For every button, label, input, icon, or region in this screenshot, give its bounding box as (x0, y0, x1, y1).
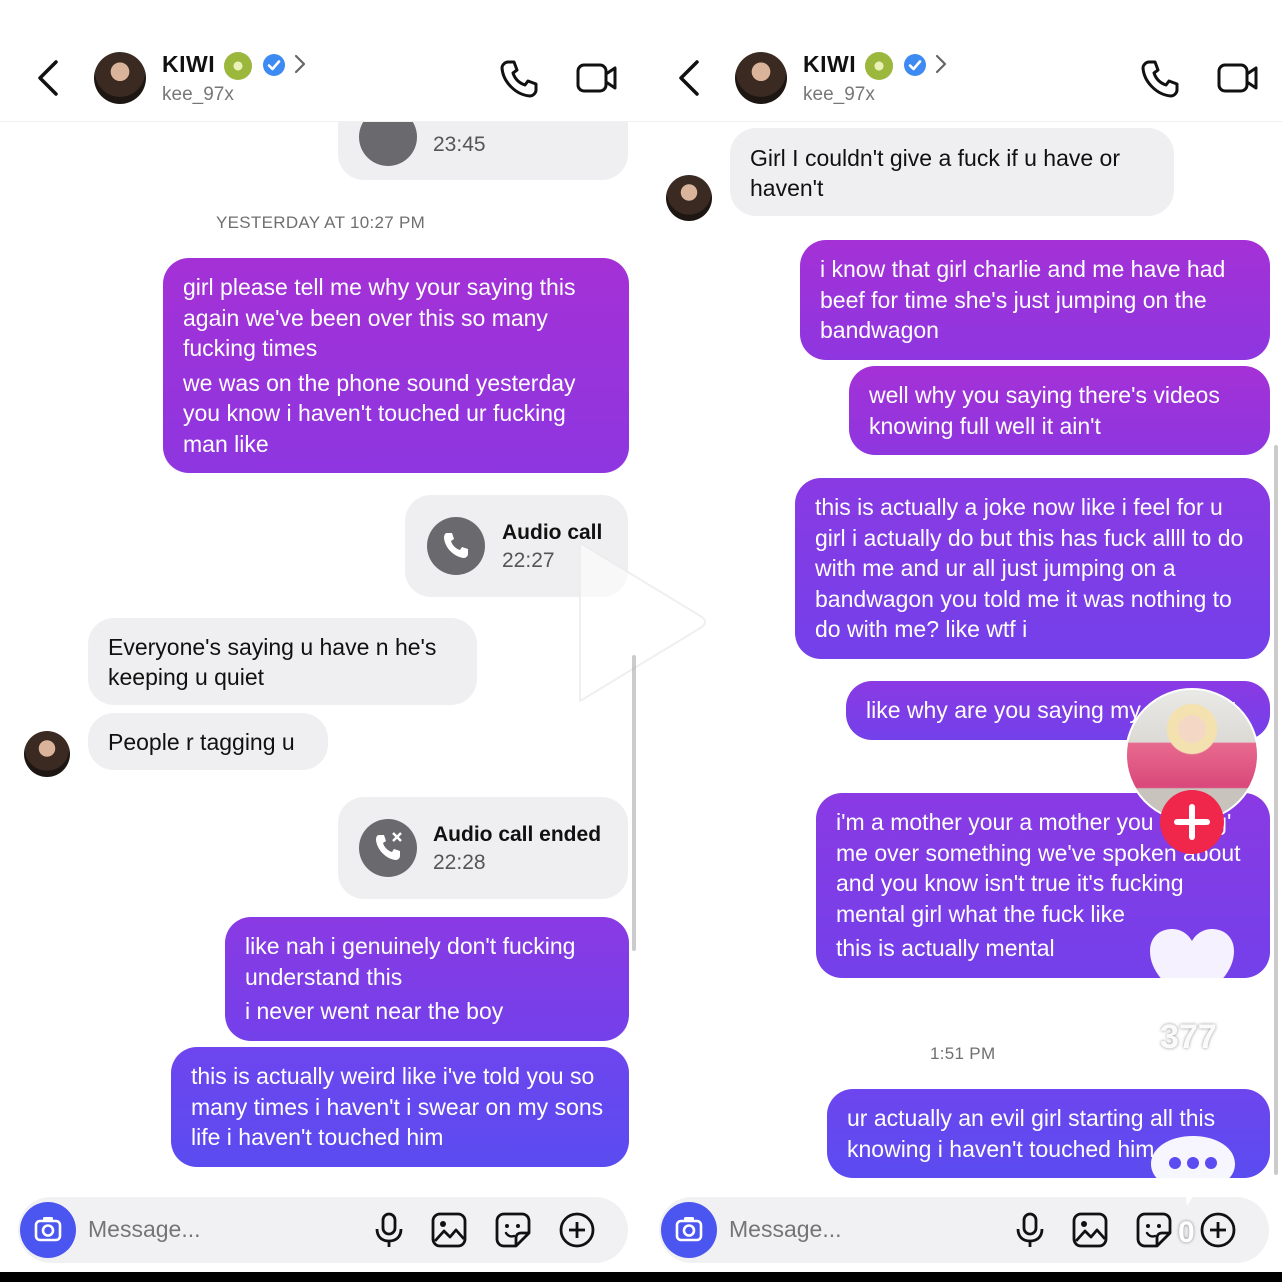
comment-count: 0 (1178, 1216, 1195, 1249)
add-circle-icon[interactable] (558, 1211, 596, 1249)
call-time: 22:27 (502, 549, 555, 572)
avatar[interactable] (735, 52, 787, 104)
comment-bubble-icon[interactable] (1147, 1132, 1239, 1210)
call-time: 22:28 (433, 851, 486, 874)
phone-missed-icon (359, 819, 417, 877)
back-arrow-icon[interactable] (675, 58, 705, 98)
kiwi-emoji-icon (865, 52, 893, 80)
timestamp: YESTERDAY AT 10:27 PM (216, 213, 426, 232)
gallery-icon[interactable] (1071, 1211, 1109, 1249)
verified-badge-icon (904, 54, 926, 76)
phone-call-icon[interactable] (1139, 58, 1181, 100)
play-icon[interactable] (570, 535, 710, 705)
contact-name[interactable]: KIWI (803, 51, 856, 78)
sender-avatar[interactable] (24, 731, 70, 777)
call-title: Audio call ended (433, 823, 602, 846)
camera-button[interactable] (20, 1202, 76, 1258)
timestamp: 1:51 PM (930, 1044, 996, 1063)
sticker-icon[interactable] (1135, 1211, 1173, 1249)
add-circle-icon[interactable] (1199, 1211, 1237, 1249)
message-text: i know that girl charlie and me have had… (820, 256, 1226, 343)
camera-button[interactable] (661, 1202, 717, 1258)
sent-message[interactable]: well why you saying there's videos knowi… (849, 366, 1270, 455)
microphone-icon[interactable] (370, 1211, 408, 1249)
message-input[interactable] (88, 1216, 348, 1243)
phone-icon (427, 517, 485, 575)
kiwi-emoji-icon (224, 52, 252, 80)
gallery-icon[interactable] (430, 1211, 468, 1249)
sent-message[interactable]: girl please tell me why your saying this… (163, 258, 629, 473)
chevron-right-icon[interactable] (934, 53, 948, 75)
scrollbar[interactable] (1274, 445, 1278, 1175)
left-chat-panel: KIWI kee_97x 23:45 YESTERDAY AT 10:27 PM… (0, 0, 641, 1272)
message-text: this is actually weird like i've told yo… (191, 1063, 604, 1150)
call-time: 23:45 (433, 133, 486, 156)
verified-badge-icon (263, 54, 285, 76)
video-call-icon[interactable] (1216, 60, 1260, 96)
contact-name[interactable]: KIWI (162, 51, 215, 78)
message-text: People r tagging u (108, 729, 295, 755)
contact-handle: kee_97x (803, 84, 875, 105)
received-message[interactable]: Everyone's saying u have n he's keeping … (88, 618, 477, 705)
message-text: Everyone's saying u have n he's keeping … (108, 634, 437, 690)
back-arrow-icon[interactable] (34, 58, 64, 98)
phone-call-icon[interactable] (498, 58, 540, 100)
message-text: this is actually a joke now like i feel … (815, 494, 1244, 642)
received-message[interactable]: People r tagging u (88, 713, 328, 770)
heart-like-icon[interactable] (1146, 925, 1238, 1009)
message-text: we was on the phone sound yesterday you … (183, 369, 576, 457)
follow-plus-button[interactable] (1160, 790, 1224, 854)
video-call-icon[interactable] (575, 60, 619, 96)
contact-handle: kee_97x (162, 84, 234, 105)
sent-message[interactable]: this is actually a joke now like i feel … (795, 478, 1270, 659)
received-message[interactable]: Girl I couldn't give a fuck if u have or… (730, 128, 1174, 216)
sent-message[interactable]: like nah i genuinely don't fucking under… (225, 917, 629, 1041)
message-text: Girl I couldn't give a fuck if u have or… (750, 145, 1121, 201)
scrollbar[interactable] (632, 655, 636, 951)
message-text: well why you saying there's videos knowi… (869, 382, 1220, 439)
right-chat-panel: KIWI kee_97x Girl I couldn't give a fuck… (641, 0, 1282, 1272)
chat-header: KIWI kee_97x (641, 0, 1282, 122)
message-composer (18, 1197, 628, 1263)
chat-header: KIWI kee_97x (0, 0, 641, 122)
message-text: i never went near the boy (245, 998, 504, 1024)
sent-message[interactable]: this is actually weird like i've told yo… (171, 1047, 629, 1167)
call-card[interactable]: Audio call ended 22:28 (338, 797, 628, 899)
message-text: like nah i genuinely don't fucking under… (245, 933, 576, 990)
bottom-bar (0, 1272, 1282, 1282)
chevron-right-icon[interactable] (293, 53, 307, 75)
message-input[interactable] (729, 1216, 989, 1243)
sticker-icon[interactable] (494, 1211, 532, 1249)
like-count: 377 (1160, 1018, 1217, 1056)
sender-avatar[interactable] (666, 175, 712, 221)
avatar[interactable] (94, 52, 146, 104)
sent-message[interactable]: i know that girl charlie and me have had… (800, 240, 1270, 360)
message-text: girl please tell me why your saying this… (183, 274, 576, 361)
microphone-icon[interactable] (1011, 1211, 1049, 1249)
